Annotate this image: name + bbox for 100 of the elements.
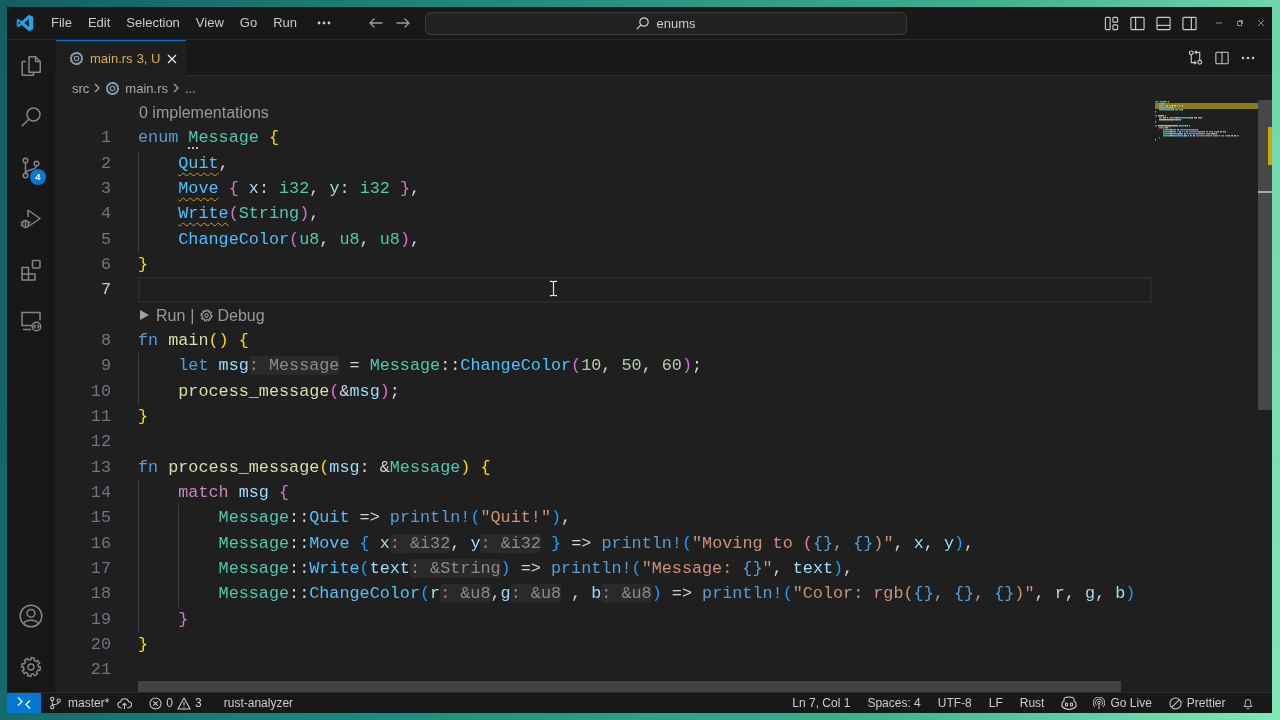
line-number: 21 [90,660,111,680]
code-line: Move { x: i32, y: i32 }, [178,178,421,200]
cursor-position[interactable]: Ln 7, Col 1 [783,693,859,713]
debug-link[interactable]: Debug [199,302,265,328]
cloud-upload-icon[interactable] [117,696,133,710]
code-line: Message::Write(text: &String) => println!("Message: {}", text), [218,557,854,580]
indentation-button[interactable]: Spaces: 4 [858,693,930,713]
line-number: 17 [90,558,111,578]
code-line: Message::Move { x: &i32, y: &i32 } => println!("Moving to ({}, {})", x, y), [218,532,975,555]
separator-text: | [190,305,195,326]
code-line: } [138,253,149,276]
user-circle-icon[interactable] [18,602,44,629]
line-number: 11 [90,406,111,426]
code-line: let msg: Message = Message::ChangeColor(10, 50, 60); [178,355,703,378]
warning-marker [1268,127,1272,165]
cursor-marker [1258,191,1272,193]
layout-grid-icon[interactable] [1104,15,1119,31]
line-number: 2 [100,153,111,173]
breadcrumb-item[interactable]: src [72,80,90,96]
right-arrow-icon[interactable] [396,17,410,29]
branch-button[interactable]: master* [41,693,118,713]
line-number: 16 [90,533,111,553]
branch-icon[interactable] [19,155,43,180]
language-mode-button[interactable]: Rust [1011,693,1053,713]
error-icon [149,696,163,710]
left-arrow-icon[interactable] [369,17,383,29]
breadcrumb-item[interactable]: main.rs [106,80,168,96]
go-live-button[interactable]: Go Live [1084,693,1161,713]
menu-item[interactable]: View [187,12,232,34]
code-line: fn process_message(msg: &Message) { [138,456,491,479]
right-panel-icon[interactable] [1182,15,1197,31]
scrollbar-thumb[interactable] [1258,100,1272,410]
line-number: 3 [100,179,111,198]
warning-icon [177,696,192,710]
menu-item[interactable]: Run [265,12,305,34]
line-number: 12 [90,432,111,452]
line-number: 1 [100,128,111,148]
ellipsis-icon[interactable] [317,21,331,25]
line-number: 9 [100,356,111,376]
language-server-status[interactable]: rust-analyzer [215,693,302,713]
line-number: 13 [90,457,111,477]
remote-button[interactable] [7,693,41,713]
line-number: 6 [100,254,111,274]
bottom-panel-icon[interactable] [1156,15,1171,31]
command-center[interactable]: enums [425,11,907,35]
code-line: Write(String), [178,203,320,226]
line-number: 5 [100,229,111,249]
robot-face-icon[interactable] [1060,696,1077,710]
formatter-button[interactable]: Prettier [1160,693,1234,713]
code-line: } [178,608,189,631]
search-icon[interactable] [19,104,43,129]
line-number: 20 [90,634,111,654]
editor-tab[interactable]: main.rs 3, U [56,40,187,76]
menu-item[interactable]: File [43,12,80,34]
code-line: ChangeColor(u8, u8, u8), [178,228,421,251]
line-number: 10 [90,381,111,401]
code-line: Quit, [178,152,229,175]
run-link[interactable]: Run [139,302,186,328]
encoding-button[interactable]: UTF-8 [929,693,981,713]
play-bug-icon[interactable] [19,206,43,231]
notification-badge: 4 [30,169,46,185]
files-icon[interactable] [19,53,43,78]
code-line: Message::ChangeColor(r: &u8,g: &u8 , b: &u8) => println!("Color: rgb({}, {}, {})", r, g, b) [218,583,1136,606]
code-lens-link[interactable]: 0 implementations [139,100,269,126]
menu-item[interactable]: Selection [118,12,188,34]
logo-icon[interactable] [16,14,34,32]
branch-icon [50,696,61,710]
bell-icon[interactable] [1242,696,1254,710]
text-cursor-icon [549,280,558,297]
line-number: 18 [90,584,111,604]
cog-icon [106,81,120,95]
line-number: 19 [90,609,111,629]
restore-icon[interactable] [1235,18,1245,28]
line-number: 15 [90,508,111,528]
code-line: enum Message { [138,127,280,150]
menu-item[interactable]: Go [231,12,266,34]
line-number: 4 [100,204,111,224]
cog-icon [70,52,83,65]
breadcrumb-item[interactable]: ... [184,80,196,96]
blocks-icon[interactable] [19,257,43,282]
chevrons-icon [17,696,31,710]
swap-arrows-icon[interactable] [1188,50,1203,65]
chevron-right-icon [172,83,179,93]
ellipsis-icon[interactable] [1241,55,1255,60]
menu-item[interactable]: Edit [79,12,119,34]
settings-icon[interactable] [19,654,43,679]
code-line: Message::Quit => println!("Quit!"), [218,507,572,530]
code-line: process_message(&msg); [178,380,400,403]
slashed-circle-icon [1168,696,1182,710]
left-panel-icon[interactable] [1130,15,1145,31]
code-line: } [138,633,149,656]
line-ending-button[interactable]: LF [980,693,1012,713]
gear-icon [199,308,213,322]
split-view-icon[interactable] [1215,50,1229,65]
line-number: 8 [100,330,111,350]
chevron-right-icon [94,83,101,93]
line-number: 7 [100,280,111,300]
problems-button[interactable]: 0 3 [141,693,214,713]
horizontal-scrollbar-thumb[interactable] [138,681,1121,692]
search-icon [636,16,650,30]
